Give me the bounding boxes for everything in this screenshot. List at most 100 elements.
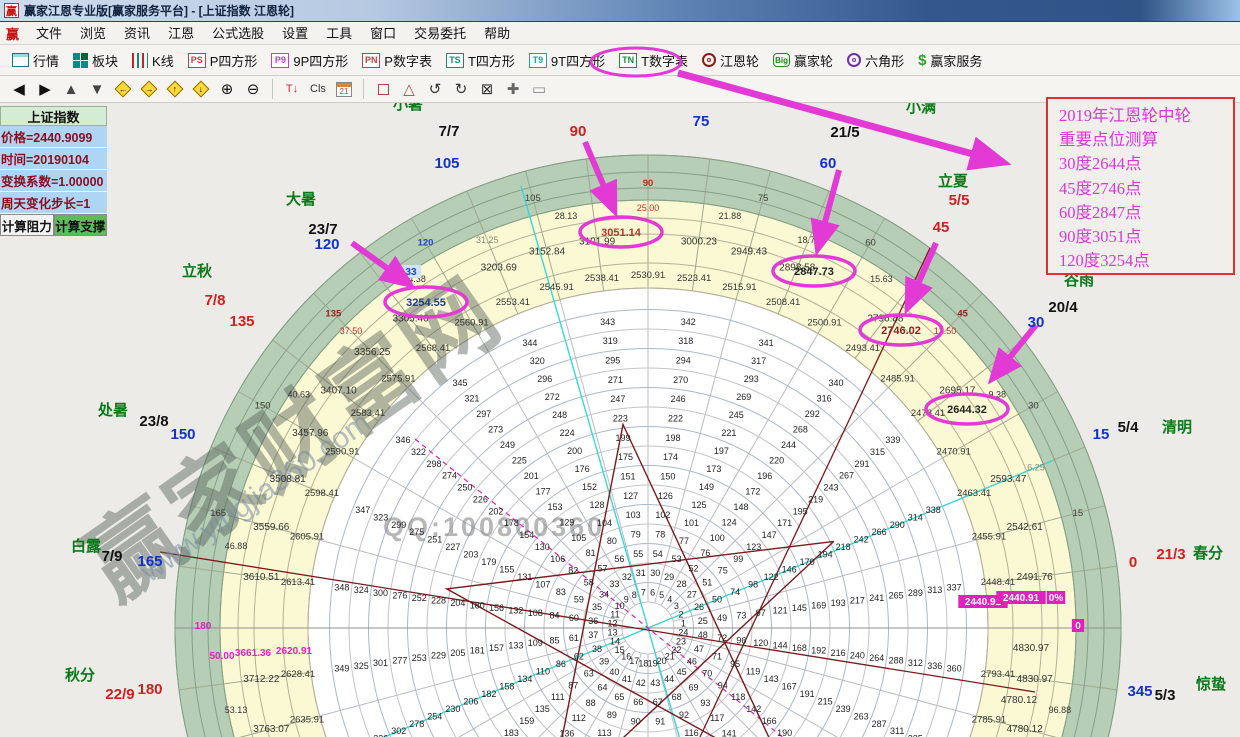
toolbar-separator [272,79,273,99]
t-updown-button[interactable]: T↓ [280,78,304,100]
pointer-up-button[interactable]: ▲ [59,78,83,100]
toolbar-button-9T四方形[interactable]: T99T四方形 [522,48,612,73]
menu-item-浏览[interactable]: 浏览 [71,24,115,43]
square-tool-button[interactable] [371,78,395,100]
svg-text:203: 203 [463,550,478,560]
menu-item-设置[interactable]: 设置 [273,24,317,43]
menu-item-公式选股[interactable]: 公式选股 [203,24,273,43]
svg-text:96: 96 [736,635,746,645]
rotate-ccw-button[interactable]: ↺ [423,78,447,100]
toolbar-button-T四方形[interactable]: TST四方形 [439,48,522,73]
svg-text:清明: 清明 [1162,418,1192,436]
svg-text:53.13: 53.13 [225,705,248,715]
toolbar-button-9P四方形[interactable]: P99P四方形 [264,48,355,73]
svg-text:288: 288 [889,656,904,666]
toolbar-button-赢家服务[interactable]: $赢家服务 [911,48,989,73]
svg-text:220: 220 [769,455,784,465]
info-row: 价格=2440.9099 [0,126,107,148]
svg-text:30: 30 [1028,401,1039,412]
svg-text:276: 276 [392,590,407,600]
svg-text:88: 88 [586,698,596,708]
svg-text:296: 296 [537,374,552,384]
menu-item-窗口[interactable]: 窗口 [361,24,405,43]
calc-support-button[interactable]: 计算支撑 [54,214,108,236]
menu-item-交易委托[interactable]: 交易委托 [405,24,475,43]
pointer-down-button[interactable]: ▼ [85,78,109,100]
svg-text:37: 37 [588,630,598,640]
zoom-in-button[interactable]: ⊕ [215,78,239,100]
move-down-button[interactable]: ↓ [189,78,213,100]
screen-button[interactable]: ▭ [527,78,551,100]
page-right-button[interactable]: ▶ [33,78,57,100]
box-x-button[interactable]: ⊠ [475,78,499,100]
svg-text:75: 75 [758,193,769,204]
toolbar-button-六角形[interactable]: 六角形 [840,48,911,73]
svg-text:112: 112 [572,713,586,723]
svg-text:324: 324 [354,585,369,595]
svg-text:247: 247 [610,394,625,404]
menu-item-资讯[interactable]: 资讯 [115,24,159,43]
toolbar-button-P四方形[interactable]: PSP四方形 [181,48,265,73]
svg-text:4780.12: 4780.12 [1001,695,1038,706]
svg-text:223: 223 [613,414,628,424]
svg-text:191: 191 [800,689,815,699]
fit-button[interactable]: ✚ [501,78,525,100]
menu-logo-icon: 赢 [6,24,19,43]
toolbar-button-行情[interactable]: 行情 [5,48,66,73]
svg-text:295: 295 [605,356,620,366]
toolbar-button-江恩轮[interactable]: 江恩轮 [695,48,766,73]
menu-item-帮助[interactable]: 帮助 [475,24,519,43]
svg-text:68: 68 [672,692,682,702]
toolbar-button-T数字表[interactable]: TNT数字表 [612,48,695,73]
svg-text:135: 135 [535,704,550,714]
svg-text:290: 290 [890,520,905,530]
svg-text:221: 221 [721,428,736,438]
calc-resistance-button[interactable]: 计算阻力 [0,214,54,236]
svg-text:339: 339 [885,435,900,445]
svg-text:343: 343 [600,317,615,327]
svg-text:144: 144 [773,640,788,650]
svg-text:7/8: 7/8 [205,292,226,309]
svg-text:119: 119 [746,667,760,677]
svg-text:2523.41: 2523.41 [677,273,711,284]
menu-item-工具[interactable]: 工具 [317,24,361,43]
menu-item-江恩[interactable]: 江恩 [159,24,203,43]
svg-text:217: 217 [850,595,865,605]
svg-text:274: 274 [442,471,457,481]
svg-text:219: 219 [808,494,823,504]
svg-text:168: 168 [792,643,807,653]
move-left-button[interactable]: ← [111,78,135,100]
svg-text:320: 320 [530,356,545,366]
svg-text:229: 229 [431,651,446,661]
svg-text:3712.22: 3712.22 [243,674,280,685]
svg-text:24: 24 [678,628,688,638]
toolbar-button-P数字表[interactable]: PNP数字表 [355,48,439,73]
svg-text:146: 146 [782,565,797,575]
cls-button[interactable]: Cls [306,78,330,100]
svg-text:226: 226 [473,494,488,504]
svg-text:91: 91 [655,716,665,726]
svg-text:28: 28 [677,579,687,589]
page-left-button[interactable]: ◀ [7,78,31,100]
move-up-button[interactable]: ↑ [163,78,187,100]
calendar-button[interactable]: 21 [332,78,356,100]
menu-item-文件[interactable]: 文件 [27,24,71,43]
move-right-button[interactable]: → [137,78,161,100]
svg-text:125: 125 [691,500,706,510]
9T四方形-icon: T9 [529,53,547,68]
toolbar-button-板块[interactable]: 板块 [66,48,125,73]
svg-text:2: 2 [679,609,684,619]
svg-text:2463.41: 2463.41 [957,488,991,499]
rotate-cw-button[interactable]: ↻ [449,78,473,100]
toolbar-button-K线[interactable]: K线 [125,48,181,73]
svg-text:48: 48 [698,630,708,640]
triangle-tool-button[interactable]: △ [397,78,421,100]
svg-text:80: 80 [607,536,617,546]
toolbar-button-赢家轮[interactable]: Big赢家轮 [766,48,840,73]
zoom-out-button[interactable]: ⊖ [241,78,265,100]
toolbar-label: K线 [152,51,174,70]
svg-text:301: 301 [373,658,388,668]
svg-text:21.88: 21.88 [719,211,742,221]
svg-text:8: 8 [632,590,637,600]
svg-text:340: 340 [828,378,843,388]
